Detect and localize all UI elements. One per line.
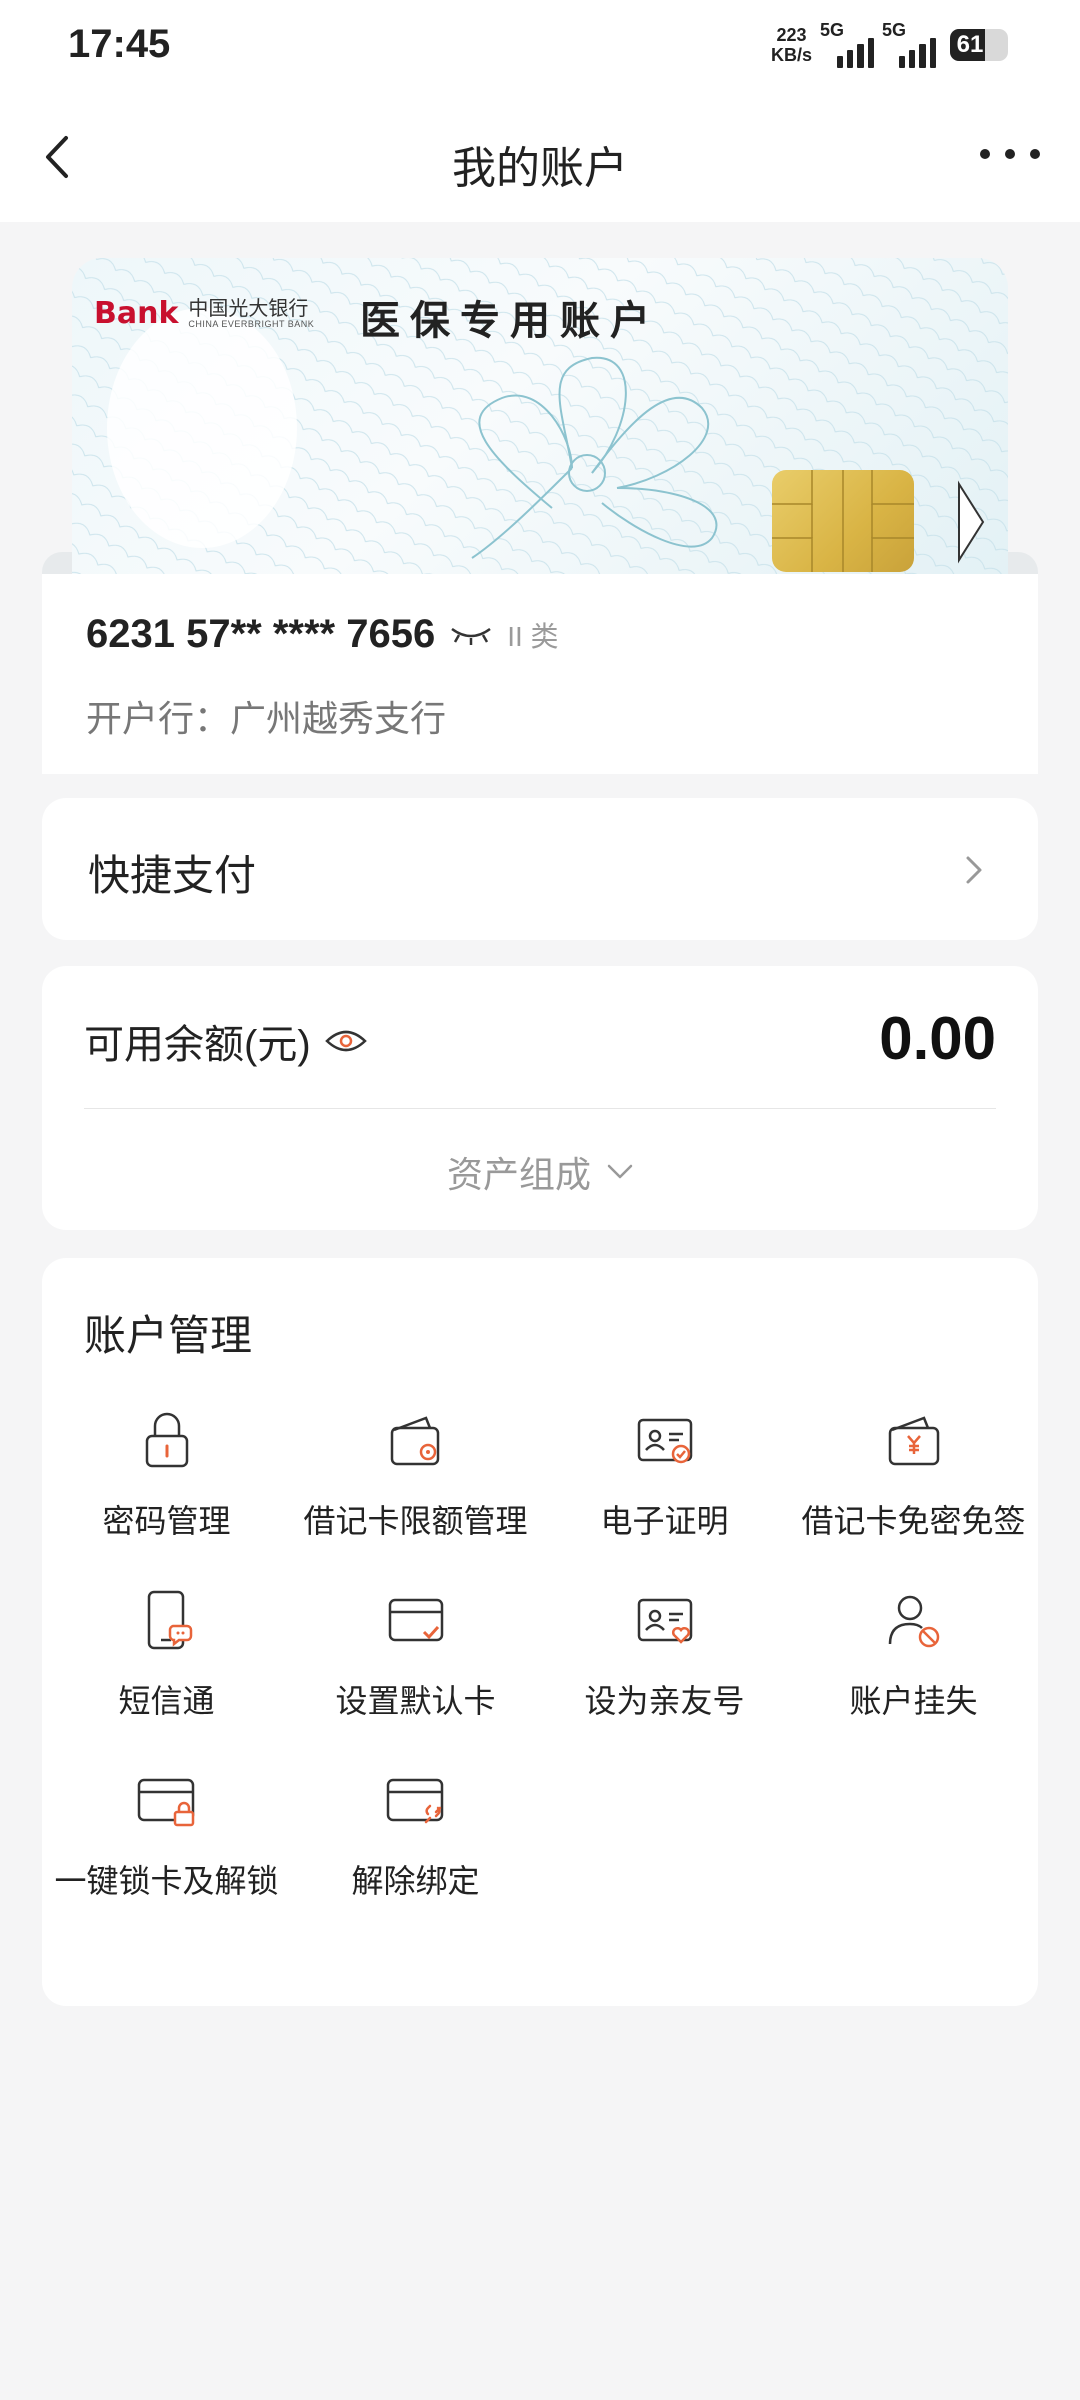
id-card-heart-icon bbox=[637, 1598, 692, 1644]
report-loss-button[interactable]: 账户挂失 bbox=[789, 1588, 1038, 1722]
eye-icon[interactable] bbox=[324, 1027, 367, 1055]
unbind-button[interactable]: 解除绑定 bbox=[291, 1768, 540, 1902]
phone-message-icon bbox=[147, 1590, 192, 1650]
card-next-arrow-icon[interactable] bbox=[956, 480, 986, 564]
lock-unlock-card-button[interactable]: 一键锁卡及解锁 bbox=[42, 1768, 291, 1902]
lock-icon bbox=[145, 1412, 188, 1468]
quick-pay-label: 快捷支付 bbox=[88, 852, 257, 899]
balance-card: 可用余额(元) 0.00 资产组成 bbox=[42, 966, 1038, 1230]
wallet-limit-icon bbox=[390, 1416, 439, 1466]
more-dots-icon[interactable] bbox=[980, 144, 1040, 164]
account-management-panel: 账户管理 密码管理 借记卡限额管理 电子证明 借记卡免密免签 短信通 设置默认卡… bbox=[42, 1258, 1038, 2006]
page-title: 我的账户 bbox=[452, 144, 628, 193]
asset-composition-toggle[interactable]: 资产组成 bbox=[42, 1146, 1038, 1198]
wallet-yuan-icon bbox=[888, 1416, 939, 1466]
divider bbox=[84, 1108, 996, 1109]
balance-label: 可用余额(元) bbox=[84, 1023, 311, 1067]
user-block-icon bbox=[888, 1595, 939, 1648]
debit-limit-button[interactable]: 借记卡限额管理 bbox=[291, 1408, 540, 1542]
card-unlink-icon bbox=[386, 1778, 443, 1824]
set-default-card-button[interactable]: 设置默认卡 bbox=[291, 1588, 540, 1722]
card-title: 医保专用账户 bbox=[360, 297, 660, 344]
balance-amount: 0.00 bbox=[879, 1005, 996, 1072]
bank-card-image[interactable]: Bank 中国光大银行 CHINA EVERBRIGHT BANK 医保专用账户 bbox=[72, 258, 1008, 576]
id-card-check-icon bbox=[637, 1418, 692, 1464]
battery-icon: 61 bbox=[950, 29, 1008, 61]
card-number-row: 6231 57** **** 7656 II 类 bbox=[86, 612, 559, 657]
section-title: 账户管理 bbox=[84, 1312, 253, 1359]
status-bar: 17:45 223 KB/s 5G 5G 61 bbox=[0, 0, 1080, 92]
e-certificate-button[interactable]: 电子证明 bbox=[540, 1408, 789, 1542]
network-speed: 223 KB/s bbox=[770, 25, 812, 65]
sms-service-button[interactable]: 短信通 bbox=[42, 1588, 291, 1722]
balance-label-row: 可用余额(元) bbox=[84, 1012, 367, 1070]
eye-closed-icon[interactable] bbox=[449, 623, 493, 647]
chip-icon bbox=[772, 470, 914, 572]
signal-icon-2: 5G bbox=[882, 20, 936, 68]
password-free-button[interactable]: 借记卡免密免签 bbox=[789, 1408, 1038, 1542]
card-lock-icon bbox=[137, 1778, 194, 1827]
account-class-tag: II 类 bbox=[507, 620, 559, 652]
bank-logo: Bank 中国光大银行 CHINA EVERBRIGHT BANK bbox=[94, 296, 315, 331]
management-grid: 密码管理 借记卡限额管理 电子证明 借记卡免密免签 短信通 设置默认卡 设为亲友… bbox=[42, 1408, 1038, 1902]
signal-icon: 5G bbox=[820, 20, 874, 68]
card-check-icon bbox=[388, 1598, 443, 1642]
status-icons: 223 KB/s 5G 5G 61 bbox=[771, 20, 1008, 70]
password-management-button[interactable]: 密码管理 bbox=[42, 1408, 291, 1542]
nav-bar: 我的账户 bbox=[0, 92, 1080, 222]
set-relative-account-button[interactable]: 设为亲友号 bbox=[540, 1588, 789, 1722]
chevron-right-icon bbox=[966, 856, 982, 884]
card-info: 6231 57** **** 7656 II 类 开户行：广州越秀支行 bbox=[42, 574, 1038, 774]
quick-pay-row[interactable]: 快捷支付 bbox=[42, 798, 1038, 940]
chevron-down-icon bbox=[607, 1164, 633, 1179]
open-branch: 开户行：广州越秀支行 bbox=[86, 698, 447, 739]
status-time: 17:45 bbox=[68, 22, 171, 66]
card-number: 6231 57** **** 7656 bbox=[86, 612, 436, 656]
